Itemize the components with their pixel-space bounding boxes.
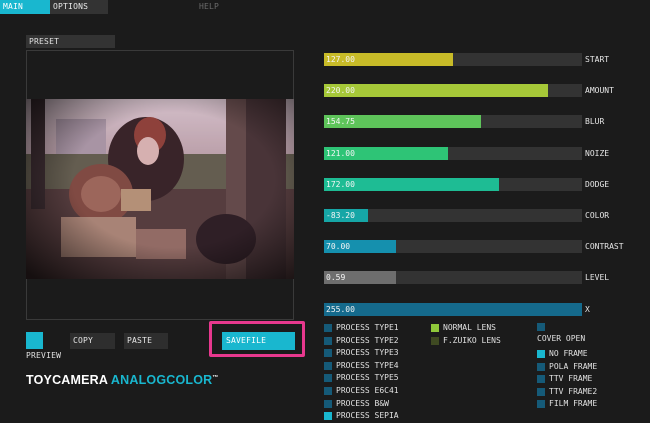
slider-blur[interactable]: 154.75 xyxy=(324,115,582,129)
slider-value: 172.00 xyxy=(326,179,355,189)
option-label: NO FRAME xyxy=(549,349,588,358)
option-label: FILM FRAME xyxy=(549,399,598,409)
savefile-highlight xyxy=(209,321,305,357)
slider-label-start: START xyxy=(585,55,610,64)
slider-label-contrast: CONTRAST xyxy=(585,242,624,252)
checkbox[interactable] xyxy=(324,387,332,395)
slider-start[interactable]: 127.00 xyxy=(324,53,582,66)
checkbox[interactable] xyxy=(431,336,439,345)
option-frame-1[interactable]: NO FRAME xyxy=(537,349,637,359)
option-label: POLA FRAME xyxy=(549,361,598,371)
option-label: NORMAL LENS xyxy=(443,323,496,332)
option-label: PROCESS TYPE4 xyxy=(336,360,399,370)
slider-label-amount: AMOUNT xyxy=(585,86,614,96)
logo-part1: TOYCAMERA xyxy=(26,373,108,387)
app-logo: TOYCAMERA ANALOGCOLOR™ xyxy=(26,373,219,387)
option-label: TTV FRAME2 xyxy=(549,386,598,396)
slider-value: 70.00 xyxy=(326,242,351,252)
checkbox[interactable] xyxy=(537,375,545,384)
checkbox[interactable] xyxy=(537,350,545,358)
slider-label-x: X xyxy=(585,304,590,314)
tab-options[interactable]: OPTIONS xyxy=(50,0,108,14)
checkbox[interactable] xyxy=(537,400,545,409)
preview-toggle[interactable] xyxy=(26,332,43,349)
slider-value: 127.00 xyxy=(326,55,355,64)
slider-level[interactable]: 0.59 xyxy=(324,271,582,285)
option-process-6[interactable]: PROCESS E6C41 xyxy=(324,386,424,396)
option-process-2[interactable]: PROCESS TYPE2 xyxy=(324,336,424,346)
slider-contrast[interactable]: 70.00 xyxy=(324,240,582,254)
option-lens-1[interactable]: NORMAL LENS xyxy=(431,323,531,333)
slider-value: 154.75 xyxy=(326,117,355,127)
option-label: TTV FRAME xyxy=(549,374,593,384)
checkbox[interactable] xyxy=(324,336,332,345)
option-frame-2[interactable]: POLA FRAME xyxy=(537,362,637,372)
cover-open-checkbox[interactable] xyxy=(537,323,545,331)
option-frame-3[interactable]: TTV FRAME xyxy=(537,374,637,384)
slider-value: -83.20 xyxy=(326,211,355,220)
slider-amount[interactable]: 220.00 xyxy=(324,84,582,98)
slider-dodge[interactable]: 172.00 xyxy=(324,177,582,191)
option-frame-5[interactable]: FILM FRAME xyxy=(537,399,637,409)
slider-x[interactable]: 255.00 xyxy=(324,302,582,316)
option-process-7[interactable]: PROCESS B&W xyxy=(324,399,424,409)
slider-label-noize: NOIZE xyxy=(585,148,610,158)
option-label: F.ZUIKO LENS xyxy=(443,335,501,345)
slider-fill xyxy=(324,302,582,316)
tab-main[interactable]: MAIN xyxy=(0,0,50,14)
tab-help[interactable]: HELP xyxy=(196,0,236,14)
option-label: PROCESS TYPE5 xyxy=(336,373,399,383)
checkbox[interactable] xyxy=(324,374,332,383)
option-process-8[interactable]: PROCESS SEPIA xyxy=(324,411,424,421)
checkbox[interactable] xyxy=(324,324,332,332)
slider-label-level: LEVEL xyxy=(585,273,610,283)
cover-open-label: COVER OPEN xyxy=(537,334,586,343)
checkbox[interactable] xyxy=(324,349,332,358)
option-lens-2[interactable]: F.ZUIKO LENS xyxy=(431,336,531,346)
checkbox[interactable] xyxy=(537,387,545,396)
option-process-4[interactable]: PROCESS TYPE4 xyxy=(324,361,424,371)
slider-label-dodge: DODGE xyxy=(585,179,610,189)
slider-value: 220.00 xyxy=(326,86,355,96)
option-label: PROCESS TYPE3 xyxy=(336,348,399,358)
option-label: PROCESS TYPE2 xyxy=(336,335,399,345)
checkbox[interactable] xyxy=(324,399,332,408)
paste-button[interactable]: PASTE xyxy=(124,333,168,349)
logo-part2: ANALOGCOLOR xyxy=(110,373,213,387)
checkbox[interactable] xyxy=(324,412,332,421)
option-process-5[interactable]: PROCESS TYPE5 xyxy=(324,373,424,383)
preview-label: PREVIEW xyxy=(26,351,62,360)
copy-button[interactable]: COPY xyxy=(70,333,115,349)
preset-dropdown[interactable]: PRESET xyxy=(26,35,115,48)
slider-noize[interactable]: 121.00 xyxy=(324,146,582,160)
checkbox[interactable] xyxy=(324,361,332,370)
slider-value: 121.00 xyxy=(326,148,355,158)
slider-color[interactable]: -83.20 xyxy=(324,209,582,222)
checkbox[interactable] xyxy=(431,324,439,332)
option-label: PROCESS SEPIA xyxy=(336,411,399,421)
slider-fill xyxy=(324,84,549,98)
slider-label-blur: BLUR xyxy=(585,117,605,127)
option-frame-4[interactable]: TTV FRAME2 xyxy=(537,387,637,397)
menu-bar: MAIN OPTIONS HELP xyxy=(0,0,650,14)
option-label: PROCESS TYPE1 xyxy=(336,323,399,332)
logo-tm: ™ xyxy=(212,374,219,381)
option-label: PROCESS E6C41 xyxy=(336,386,399,395)
checkbox[interactable] xyxy=(537,362,545,371)
slider-label-color: COLOR xyxy=(585,211,610,220)
option-process-1[interactable]: PROCESS TYPE1 xyxy=(324,323,424,333)
slider-value: 255.00 xyxy=(326,304,355,314)
option-process-3[interactable]: PROCESS TYPE3 xyxy=(324,348,424,358)
option-label: PROCESS B&W xyxy=(336,398,389,408)
preview-image xyxy=(26,99,294,279)
slider-value: 0.59 xyxy=(326,273,346,283)
